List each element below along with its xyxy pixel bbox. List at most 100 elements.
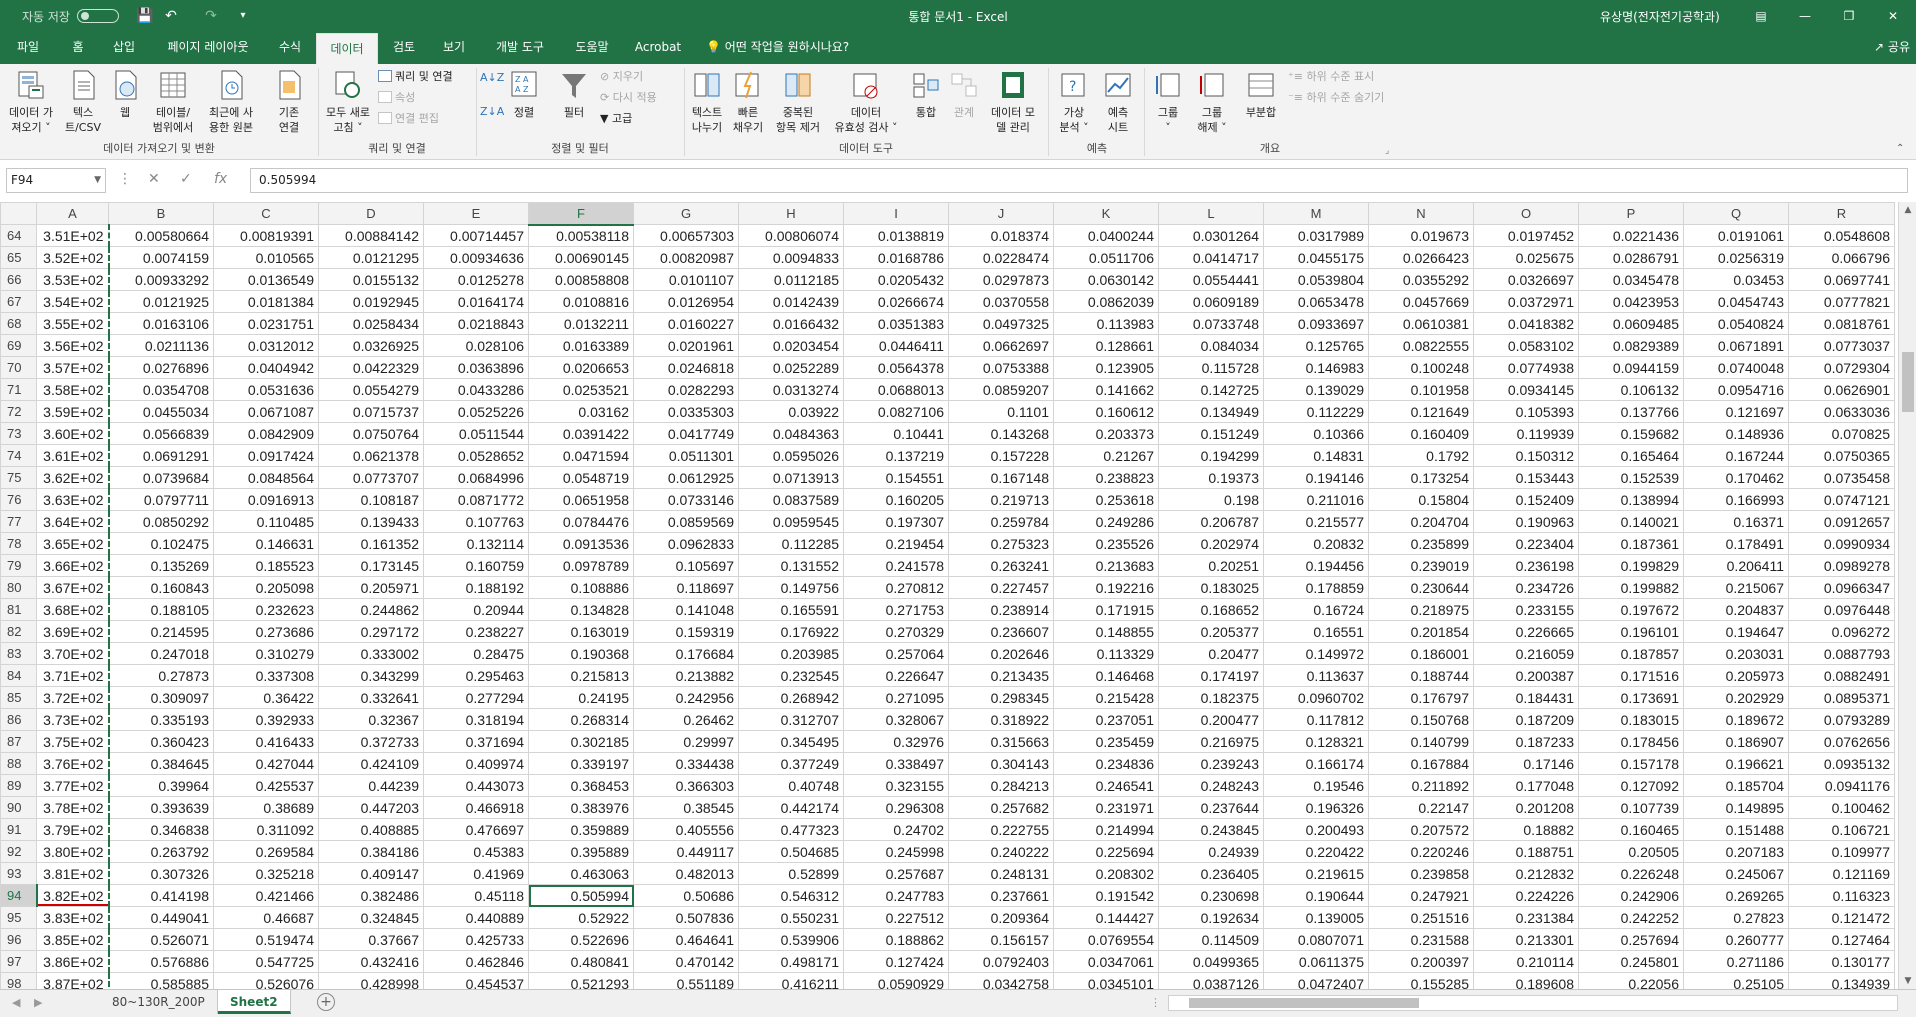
- cell-f78[interactable]: 0.0913536: [528, 532, 634, 555]
- cell-l92[interactable]: 0.24939: [1158, 840, 1264, 863]
- cell-j91[interactable]: 0.222755: [948, 818, 1054, 841]
- cell-k72[interactable]: 0.160612: [1053, 400, 1159, 423]
- consolidate-button[interactable]: 통합: [908, 68, 944, 120]
- cell-k80[interactable]: 0.192216: [1053, 576, 1159, 599]
- cell-b83[interactable]: 0.247018: [108, 642, 214, 665]
- dialog-launcher-icon[interactable]: ⌟: [1385, 144, 1389, 158]
- cell-f68[interactable]: 0.0132211: [528, 312, 634, 335]
- cell-p89[interactable]: 0.127092: [1578, 774, 1684, 797]
- text-to-columns-button[interactable]: 텍스트 나누기: [688, 68, 726, 135]
- advanced-button[interactable]: ▼ 고급: [600, 112, 632, 126]
- cell-j96[interactable]: 0.156157: [948, 928, 1054, 951]
- cell-p77[interactable]: 0.140021: [1578, 510, 1684, 533]
- cell-l85[interactable]: 0.182375: [1158, 686, 1264, 709]
- cell-q95[interactable]: 0.27823: [1683, 906, 1789, 929]
- cell-m75[interactable]: 0.194146: [1263, 466, 1369, 489]
- cell-k77[interactable]: 0.249286: [1053, 510, 1159, 533]
- cell-a75[interactable]: 3.62E+02: [36, 466, 110, 489]
- cell-n83[interactable]: 0.186001: [1368, 642, 1474, 665]
- cell-m87[interactable]: 0.128321: [1263, 730, 1369, 753]
- cell-e83[interactable]: 0.28475: [423, 642, 529, 665]
- cell-q82[interactable]: 0.194647: [1683, 620, 1789, 643]
- cell-q96[interactable]: 0.260777: [1683, 928, 1789, 951]
- cell-k67[interactable]: 0.0862039: [1053, 290, 1159, 313]
- cell-a74[interactable]: 3.61E+02: [36, 444, 110, 467]
- cell-r67[interactable]: 0.0777821: [1788, 290, 1895, 313]
- cell-l81[interactable]: 0.168652: [1158, 598, 1264, 621]
- cell-n88[interactable]: 0.167884: [1368, 752, 1474, 775]
- cell-i94[interactable]: 0.247783: [843, 884, 949, 907]
- cell-l79[interactable]: 0.20251: [1158, 554, 1264, 577]
- cell-r73[interactable]: 0.070825: [1788, 422, 1895, 445]
- cell-m64[interactable]: 0.0317989: [1263, 224, 1369, 247]
- cell-a90[interactable]: 3.78E+02: [36, 796, 110, 819]
- cell-e66[interactable]: 0.0125278: [423, 268, 529, 291]
- cell-o88[interactable]: 0.17146: [1473, 752, 1579, 775]
- row-header[interactable]: 71: [0, 378, 37, 401]
- cell-d71[interactable]: 0.0554279: [318, 378, 424, 401]
- cell-a97[interactable]: 3.86E+02: [36, 950, 110, 973]
- cell-e82[interactable]: 0.238227: [423, 620, 529, 643]
- cell-m74[interactable]: 0.14831: [1263, 444, 1369, 467]
- cell-b71[interactable]: 0.0354708: [108, 378, 214, 401]
- row-header[interactable]: 76: [0, 488, 37, 511]
- cell-n81[interactable]: 0.218975: [1368, 598, 1474, 621]
- cell-h97[interactable]: 0.498171: [738, 950, 844, 973]
- enter-icon[interactable]: ✓: [180, 171, 192, 187]
- cell-c83[interactable]: 0.310279: [213, 642, 319, 665]
- sheet-tab-80-130r[interactable]: 80~130R_200P: [100, 990, 218, 1014]
- cell-l89[interactable]: 0.248243: [1158, 774, 1264, 797]
- cell-e67[interactable]: 0.0164174: [423, 290, 529, 313]
- cell-l80[interactable]: 0.183025: [1158, 576, 1264, 599]
- cell-e71[interactable]: 0.0433286: [423, 378, 529, 401]
- cell-i65[interactable]: 0.0168786: [843, 246, 949, 269]
- cell-r78[interactable]: 0.0990934: [1788, 532, 1895, 555]
- cell-o78[interactable]: 0.223404: [1473, 532, 1579, 555]
- cell-c93[interactable]: 0.325218: [213, 862, 319, 885]
- cell-q74[interactable]: 0.167244: [1683, 444, 1789, 467]
- cell-g87[interactable]: 0.29997: [633, 730, 739, 753]
- queries-connections-button[interactable]: 쿼리 및 연결: [378, 70, 453, 84]
- cell-o93[interactable]: 0.212832: [1473, 862, 1579, 885]
- cell-f96[interactable]: 0.522696: [528, 928, 634, 951]
- cell-l93[interactable]: 0.236405: [1158, 862, 1264, 885]
- cell-a96[interactable]: 3.85E+02: [36, 928, 110, 951]
- cell-q64[interactable]: 0.0191061: [1683, 224, 1789, 247]
- cell-l97[interactable]: 0.0499365: [1158, 950, 1264, 973]
- prev-sheet-icon[interactable]: ◀: [12, 996, 20, 1009]
- cell-b68[interactable]: 0.0163106: [108, 312, 214, 335]
- spreadsheet-grid[interactable]: ABCDEFGHIJKLMNOPQR 64 3.51E+02 0.00580664 0…: [0, 202, 1898, 989]
- cell-k69[interactable]: 0.128661: [1053, 334, 1159, 357]
- cell-o86[interactable]: 0.187209: [1473, 708, 1579, 731]
- row-header[interactable]: 67: [0, 290, 37, 313]
- column-header-e[interactable]: E: [423, 202, 529, 225]
- cell-j74[interactable]: 0.157228: [948, 444, 1054, 467]
- cell-d92[interactable]: 0.384186: [318, 840, 424, 863]
- cell-i64[interactable]: 0.0138819: [843, 224, 949, 247]
- cell-k90[interactable]: 0.231971: [1053, 796, 1159, 819]
- cell-e79[interactable]: 0.160759: [423, 554, 529, 577]
- cell-j84[interactable]: 0.213435: [948, 664, 1054, 687]
- cell-i90[interactable]: 0.296308: [843, 796, 949, 819]
- cell-q67[interactable]: 0.0454743: [1683, 290, 1789, 313]
- cell-h94[interactable]: 0.546312: [738, 884, 844, 907]
- cell-p74[interactable]: 0.165464: [1578, 444, 1684, 467]
- row-header[interactable]: 82: [0, 620, 37, 643]
- cell-k65[interactable]: 0.0511706: [1053, 246, 1159, 269]
- cell-f90[interactable]: 0.383976: [528, 796, 634, 819]
- cell-c80[interactable]: 0.205098: [213, 576, 319, 599]
- cell-c74[interactable]: 0.0917424: [213, 444, 319, 467]
- cell-q83[interactable]: 0.203031: [1683, 642, 1789, 665]
- cell-k79[interactable]: 0.213683: [1053, 554, 1159, 577]
- cell-d69[interactable]: 0.0326925: [318, 334, 424, 357]
- tab-help[interactable]: 도움말: [564, 31, 620, 64]
- cell-o95[interactable]: 0.231384: [1473, 906, 1579, 929]
- cell-k66[interactable]: 0.0630142: [1053, 268, 1159, 291]
- tab-formulas[interactable]: 수식: [268, 31, 312, 64]
- cell-o79[interactable]: 0.236198: [1473, 554, 1579, 577]
- cell-n65[interactable]: 0.0266423: [1368, 246, 1474, 269]
- cell-d72[interactable]: 0.0715737: [318, 400, 424, 423]
- cell-d66[interactable]: 0.0155132: [318, 268, 424, 291]
- column-header-l[interactable]: L: [1158, 202, 1264, 225]
- cell-n87[interactable]: 0.140799: [1368, 730, 1474, 753]
